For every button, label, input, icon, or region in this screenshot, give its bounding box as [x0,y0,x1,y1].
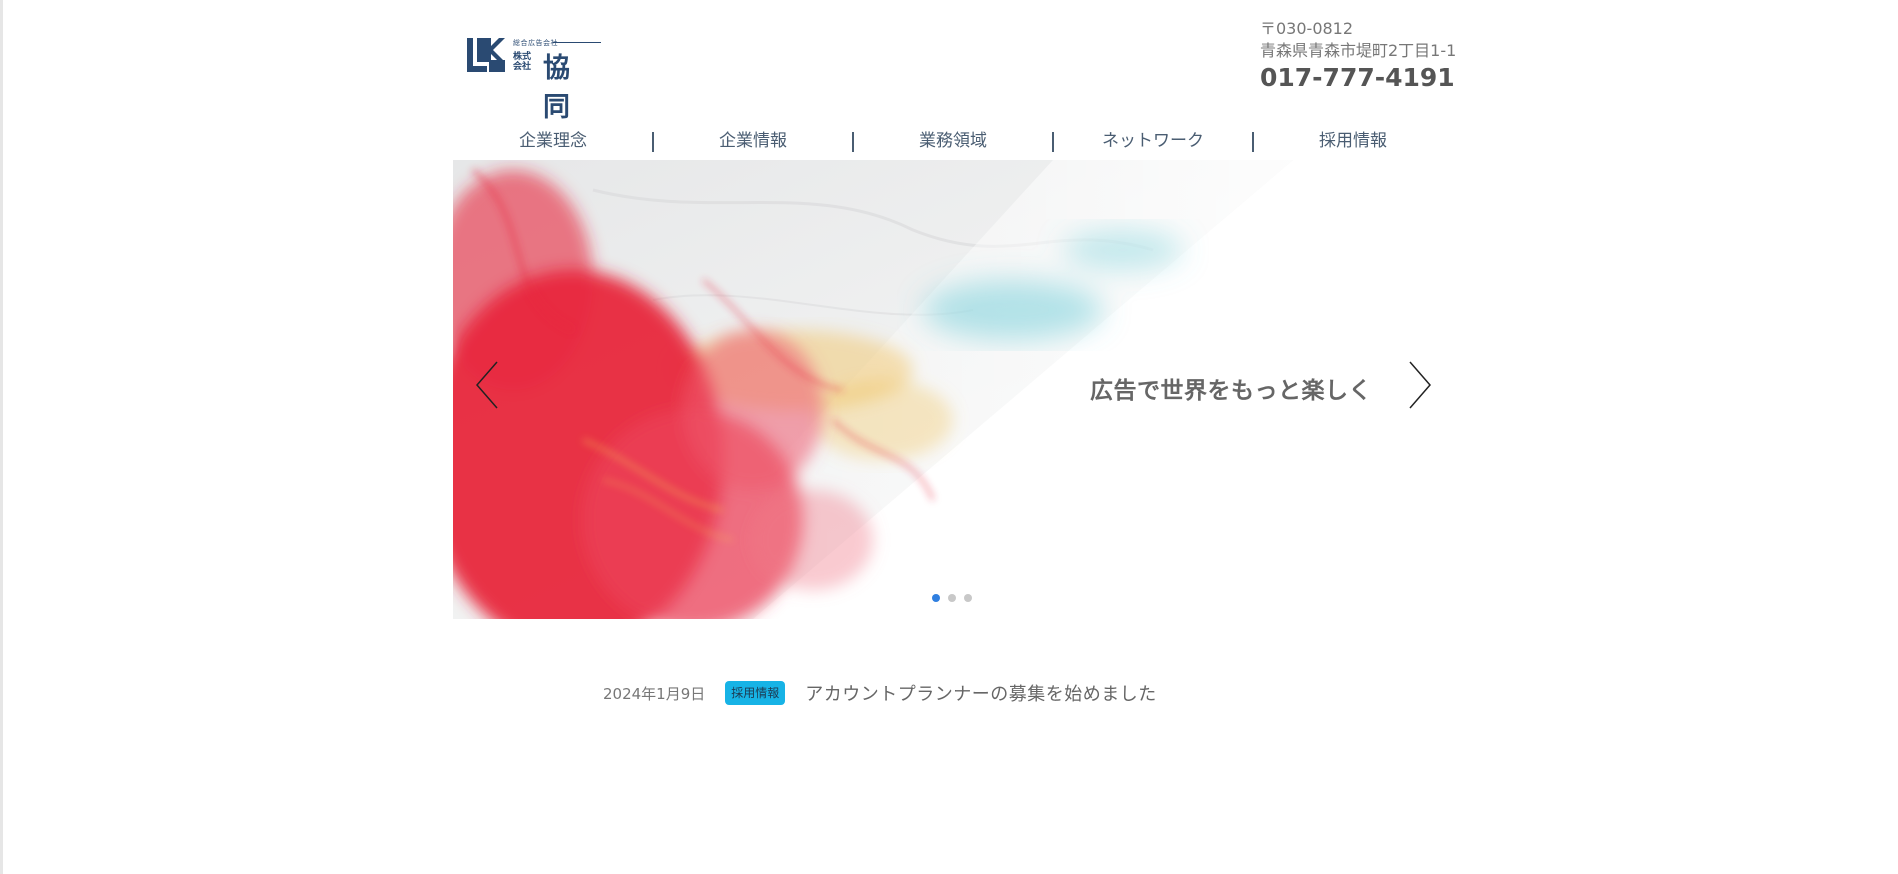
slider-dot-3[interactable] [964,594,972,602]
phone-number[interactable]: 017-777-4191 [1260,63,1456,93]
chevron-left-icon[interactable] [473,360,503,410]
chevron-right-icon[interactable] [1404,360,1434,410]
news-date: 2024年1月9日 [603,684,706,703]
hero-slider[interactable]: 広告で世界をもっと楽しく [453,160,1453,619]
slider-pagination [932,594,972,602]
nav-item-company-info[interactable]: 企業情報 [653,127,854,155]
logo-name: 協同 [543,53,571,123]
nav-item-network[interactable]: ネットワーク [1053,127,1254,155]
slider-dot-2[interactable] [948,594,956,602]
nav-item-label: 企業情報 [719,131,787,151]
news-item[interactable]: 2024年1月9日 採用情報 アカウントプランナーの募集を始めました [603,679,1157,707]
hero-caption: 広告で世界をもっと楽しく [1090,378,1372,404]
page-left-border [0,0,3,874]
nav-item-business[interactable]: 業務領域 [853,127,1054,155]
logo-rule [553,42,601,43]
nav-item-label: 採用情報 [1319,131,1387,151]
address: 青森県青森市堤町2丁目1-1 [1260,41,1457,60]
nav-item-label: ネットワーク [1102,131,1204,151]
nav-item-philosophy[interactable]: 企業理念 [453,127,654,155]
news-title-link[interactable]: アカウントプランナーの募集を始めました [805,680,1157,706]
logo-mark-icon [467,38,505,72]
nav-item-label: 企業理念 [519,131,587,151]
news-category-badge: 採用情報 [725,681,786,705]
company-logo[interactable]: 総合広告会社 株式会社 協同 [465,29,601,123]
nav-item-recruit[interactable]: 採用情報 [1253,127,1453,155]
slider-dot-1[interactable] [932,594,940,602]
postal-code: 〒030-0812 [1260,19,1354,38]
logo-kabushiki: 株式会社 [513,52,532,72]
nav-item-label: 業務領域 [919,131,987,151]
logo-wordmark: 総合広告会社 株式会社 協同 [513,32,601,123]
main-nav: 企業理念 企業情報 業務領域 ネットワーク 採用情報 [453,127,1453,155]
contact-info: 〒030-0812 青森県青森市堤町2丁目1-1 017-777-4191 [1260,18,1456,93]
